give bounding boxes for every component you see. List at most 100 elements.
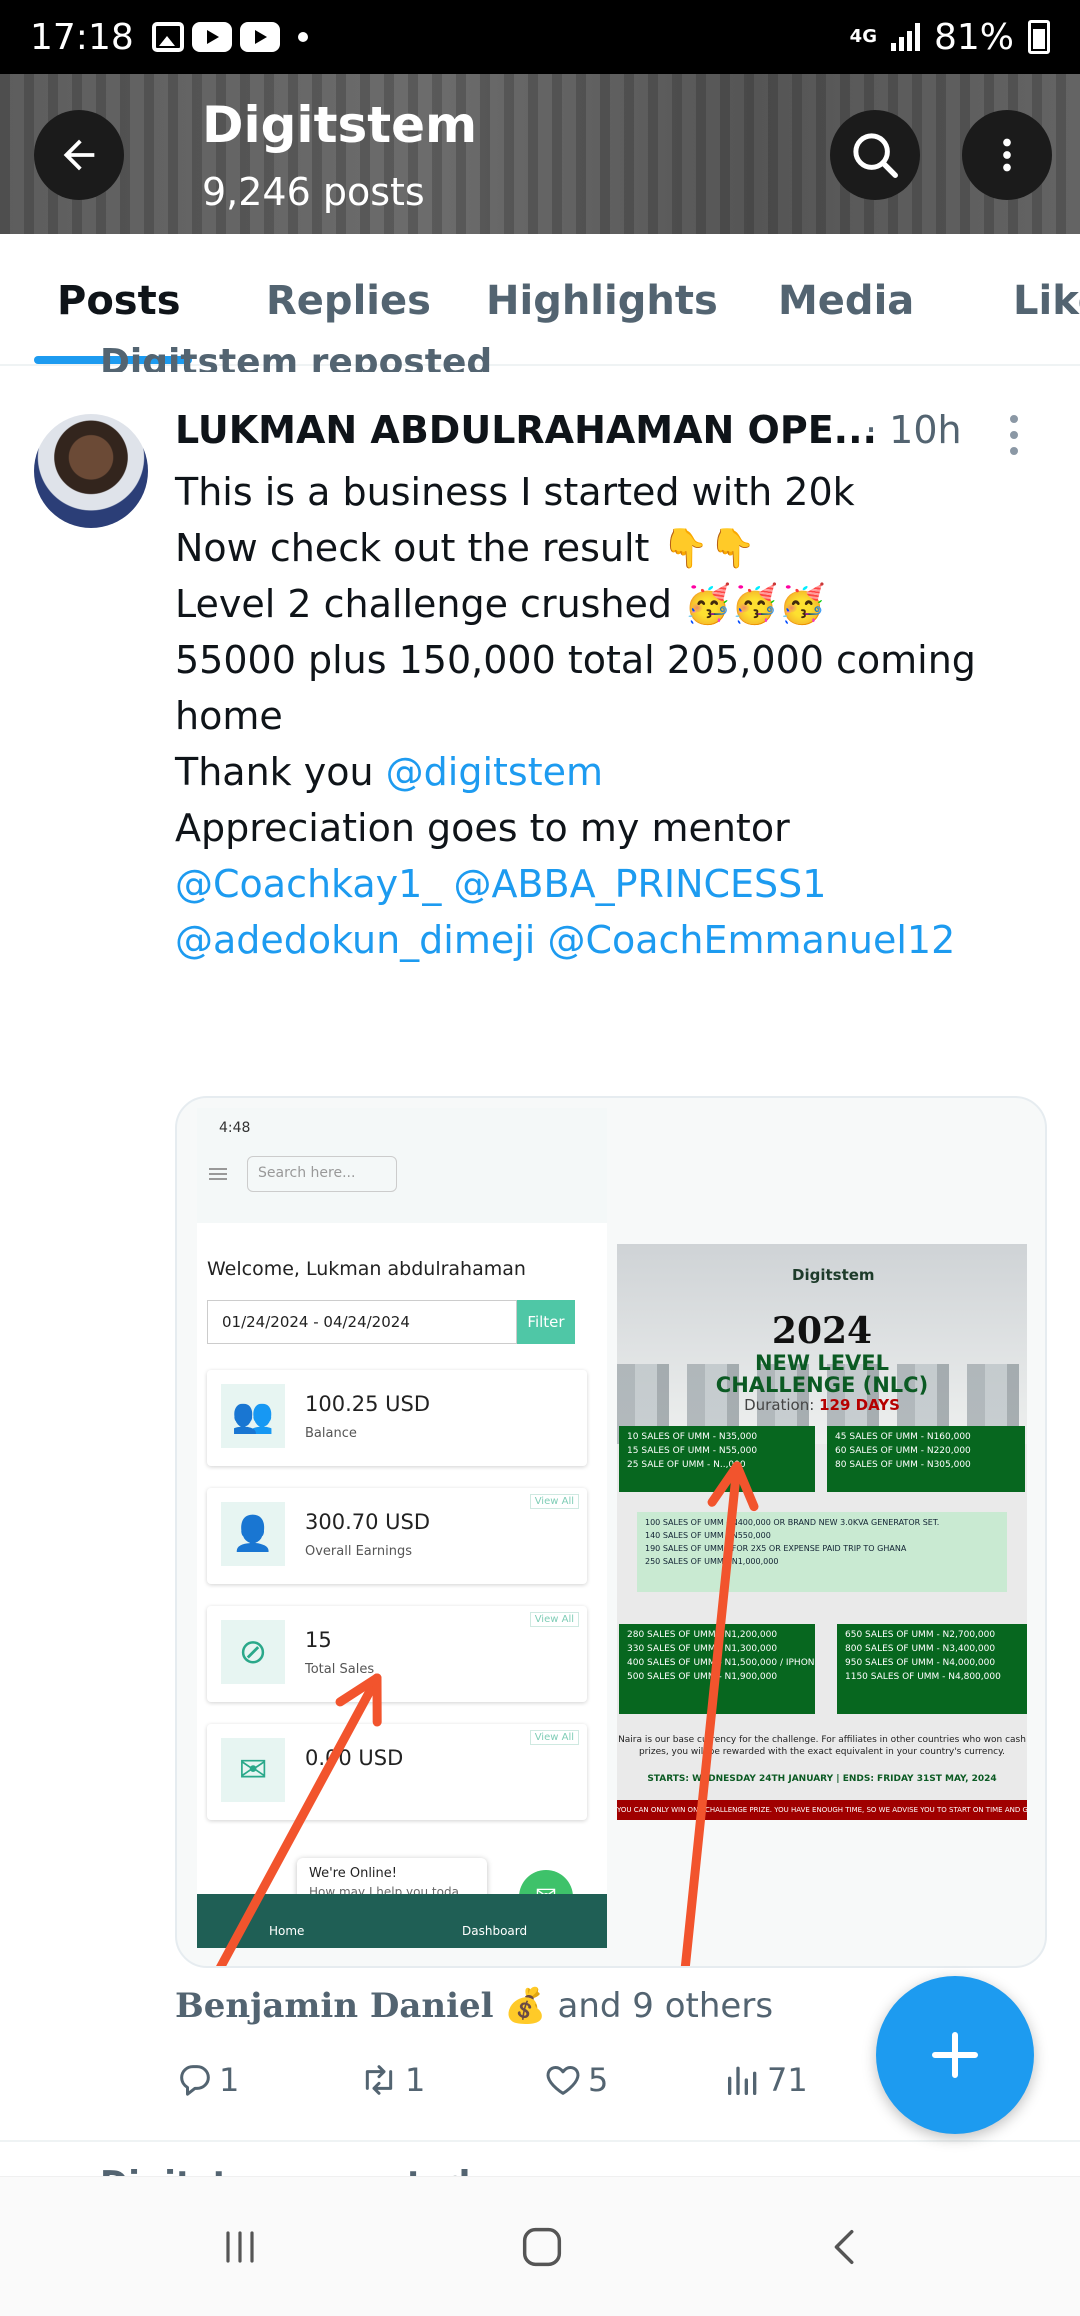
repost-button[interactable]: 1 bbox=[357, 2060, 425, 2100]
earnings-card: 👤 View All 300.70 USD Overall Earnings bbox=[207, 1488, 587, 1584]
liked-by-name: Benjamin Daniel bbox=[175, 1986, 494, 2026]
screenshot-welcome: Welcome, Lukman abdulrahaman bbox=[207, 1258, 526, 1280]
signal-icon bbox=[890, 23, 920, 51]
mention-link[interactable]: @Coachkay1_ bbox=[175, 862, 441, 906]
liked-by[interactable]: Benjamin Daniel 💰 and 9 others bbox=[175, 1986, 773, 2026]
level-row: 800 SALES OF UMM - N3,400,000 bbox=[845, 1644, 996, 1654]
back-nav-button[interactable] bbox=[816, 2217, 876, 2277]
post-line: @adedokun_dimeji @CoachEmmanuel12 bbox=[175, 912, 1055, 968]
level-row: 80 SALES OF UMM - N305,000 bbox=[835, 1460, 971, 1470]
reply-icon bbox=[180, 2065, 210, 2096]
search-button[interactable] bbox=[830, 110, 920, 200]
compose-post-button[interactable] bbox=[876, 1976, 1034, 2134]
menu-icon bbox=[209, 1168, 227, 1180]
tab-highlights[interactable]: Highlights bbox=[486, 278, 718, 324]
view-count: 71 bbox=[767, 2061, 808, 2099]
avatar[interactable] bbox=[34, 414, 148, 528]
more-options-button[interactable] bbox=[962, 110, 1052, 200]
block-icon: ⊘ bbox=[221, 1620, 285, 1684]
gallery-notification-icon bbox=[151, 22, 184, 52]
level-row: 140 SALES OF UMM - N550,000 bbox=[645, 1531, 771, 1540]
like-count: 5 bbox=[588, 2061, 609, 2099]
level-row: 15 SALES OF UMM - N55,000 bbox=[627, 1446, 758, 1456]
thanks-text: Thank you bbox=[175, 750, 386, 794]
user-check-icon: 👤 bbox=[221, 1502, 285, 1566]
back-button[interactable] bbox=[34, 110, 124, 200]
more-notifications-dot-icon bbox=[297, 32, 308, 42]
mention-link[interactable]: @digitstem bbox=[386, 750, 603, 794]
screenshot-date-range: 01/24/2024 - 04/24/2024 bbox=[207, 1300, 517, 1344]
youtube-notification-icon-2 bbox=[239, 22, 280, 52]
level-row: 45 SALES OF UMM - N160,000 bbox=[835, 1432, 971, 1442]
challenge-flyer: Digitstem 2024 NEW LEVEL CHALLENGE (NLC)… bbox=[617, 1244, 1027, 1820]
recent-apps-button[interactable] bbox=[210, 2217, 270, 2277]
heart-icon bbox=[546, 2066, 580, 2095]
views-button[interactable]: 71 bbox=[723, 2060, 808, 2100]
level-2-box: 45 SALES OF UMM - N160,000 60 SALES OF U… bbox=[827, 1426, 1025, 1492]
flyer-title-line: CHALLENGE (NLC) bbox=[715, 1373, 929, 1397]
post-line: This is a business I started with 20k bbox=[175, 470, 855, 514]
duration-label: Duration: bbox=[744, 1396, 820, 1414]
level-row: 190 SALES OF UMM - FOR 2X5 OR EXPENSE PA… bbox=[645, 1544, 907, 1553]
flyer-note: Naira is our base currency for the chall… bbox=[618, 1735, 1026, 1757]
liked-by-rest: 💰 and 9 others bbox=[493, 1986, 774, 2026]
reply-button[interactable]: 1 bbox=[175, 2060, 239, 2100]
post-line: Thank you @digitstem bbox=[175, 744, 1055, 800]
view-all-label: View All bbox=[529, 1730, 579, 1745]
post-more-button[interactable] bbox=[1010, 415, 1018, 455]
flyer-title: NEW LEVEL CHALLENGE (NLC) bbox=[617, 1352, 1027, 1396]
profile-header: Digitstem 9,246 posts bbox=[0, 74, 1080, 234]
home-icon bbox=[522, 2227, 562, 2267]
card-value: 0.00 USD bbox=[305, 1746, 404, 1770]
nav-home-label: Home bbox=[269, 1924, 305, 1938]
tab-posts[interactable]: Posts bbox=[57, 278, 181, 324]
profile-name: Digitstem bbox=[202, 96, 478, 154]
mention-link[interactable]: @ABBA_PRINCESS1 bbox=[453, 862, 826, 906]
flyer-title-line: NEW LEVEL bbox=[754, 1351, 890, 1375]
level-row: 330 SALES OF UMM - N1,300,000 bbox=[627, 1644, 778, 1654]
post-media[interactable]: 4:48 Search here... Welcome, Lukman abdu… bbox=[175, 1096, 1047, 1968]
mail-card: ✉ View All 0.00 USD bbox=[207, 1724, 587, 1820]
mention-link[interactable]: @adedokun_dimeji bbox=[175, 918, 535, 962]
network-type: 4G bbox=[849, 26, 877, 47]
nav-dashboard-label: Dashboard bbox=[462, 1924, 528, 1938]
level-3-box: 100 SALES OF UMM - N400,000 OR BRAND NEW… bbox=[637, 1512, 1007, 1592]
home-button[interactable] bbox=[512, 2217, 572, 2277]
tab-likes[interactable]: Likes bbox=[1013, 278, 1080, 324]
repost-indicator: Digitstem reposted bbox=[100, 342, 493, 372]
level-row: 10 SALES OF UMM - N35,000 bbox=[627, 1432, 758, 1442]
card-value: 15 bbox=[305, 1628, 332, 1652]
like-button[interactable]: 5 bbox=[542, 2060, 608, 2100]
post-line: @Coachkay1_ @ABBA_PRINCESS1 bbox=[175, 856, 1055, 912]
tab-media[interactable]: Media bbox=[778, 278, 914, 324]
post-author[interactable]: LUKMAN ABDULRAHAMAN OPE... bbox=[175, 408, 877, 452]
level-1-box: 10 SALES OF UMM - N35,000 15 SALES OF UM… bbox=[619, 1426, 815, 1492]
post-body: This is a business I started with 20k No… bbox=[175, 464, 1055, 968]
card-value: 100.25 USD bbox=[305, 1392, 431, 1416]
tab-replies[interactable]: Replies bbox=[266, 278, 431, 324]
post-line: Appreciation goes to my mentor bbox=[175, 806, 790, 850]
level-row: 60 SALES OF UMM - N220,000 bbox=[835, 1446, 971, 1456]
flyer-dates: STARTS: WEDNESDAY 24TH JANUARY | ENDS: F… bbox=[647, 1774, 997, 1784]
status-bar: 17:18 4G 81% bbox=[0, 0, 1080, 74]
screenshot-filter-button: Filter bbox=[517, 1300, 575, 1344]
users-icon: 👥 bbox=[221, 1384, 285, 1448]
post-count: 9,246 posts bbox=[202, 170, 425, 214]
level-row: 1150 SALES OF UMM - N4,800,000 bbox=[845, 1672, 1001, 1682]
post-line: home bbox=[175, 694, 283, 738]
mention-link[interactable]: @CoachEmmanuel12 bbox=[547, 918, 955, 962]
views-icon bbox=[728, 2066, 757, 2095]
level-row: 950 SALES OF UMM - N4,000,000 bbox=[845, 1658, 996, 1668]
card-label: Overall Earnings bbox=[305, 1544, 413, 1559]
reply-count: 1 bbox=[219, 2061, 240, 2099]
more-vertical-icon bbox=[1003, 138, 1011, 172]
post-line: Now check out the result 👇👇 bbox=[175, 526, 757, 570]
view-all-label: View All bbox=[529, 1612, 579, 1627]
level-row: 500 SALES OF UMM - N1,900,000 bbox=[627, 1672, 778, 1682]
balance-card: 👥 100.25 USD Balance bbox=[207, 1370, 587, 1466]
level-4-box: 280 SALES OF UMM - N1,200,000 330 SALES … bbox=[619, 1624, 815, 1714]
flyer-duration: Duration: 129 DAYS bbox=[617, 1396, 1027, 1414]
youtube-notification-icon bbox=[191, 22, 232, 52]
repost-icon bbox=[365, 2065, 393, 2095]
status-time: 17:18 bbox=[30, 16, 134, 58]
